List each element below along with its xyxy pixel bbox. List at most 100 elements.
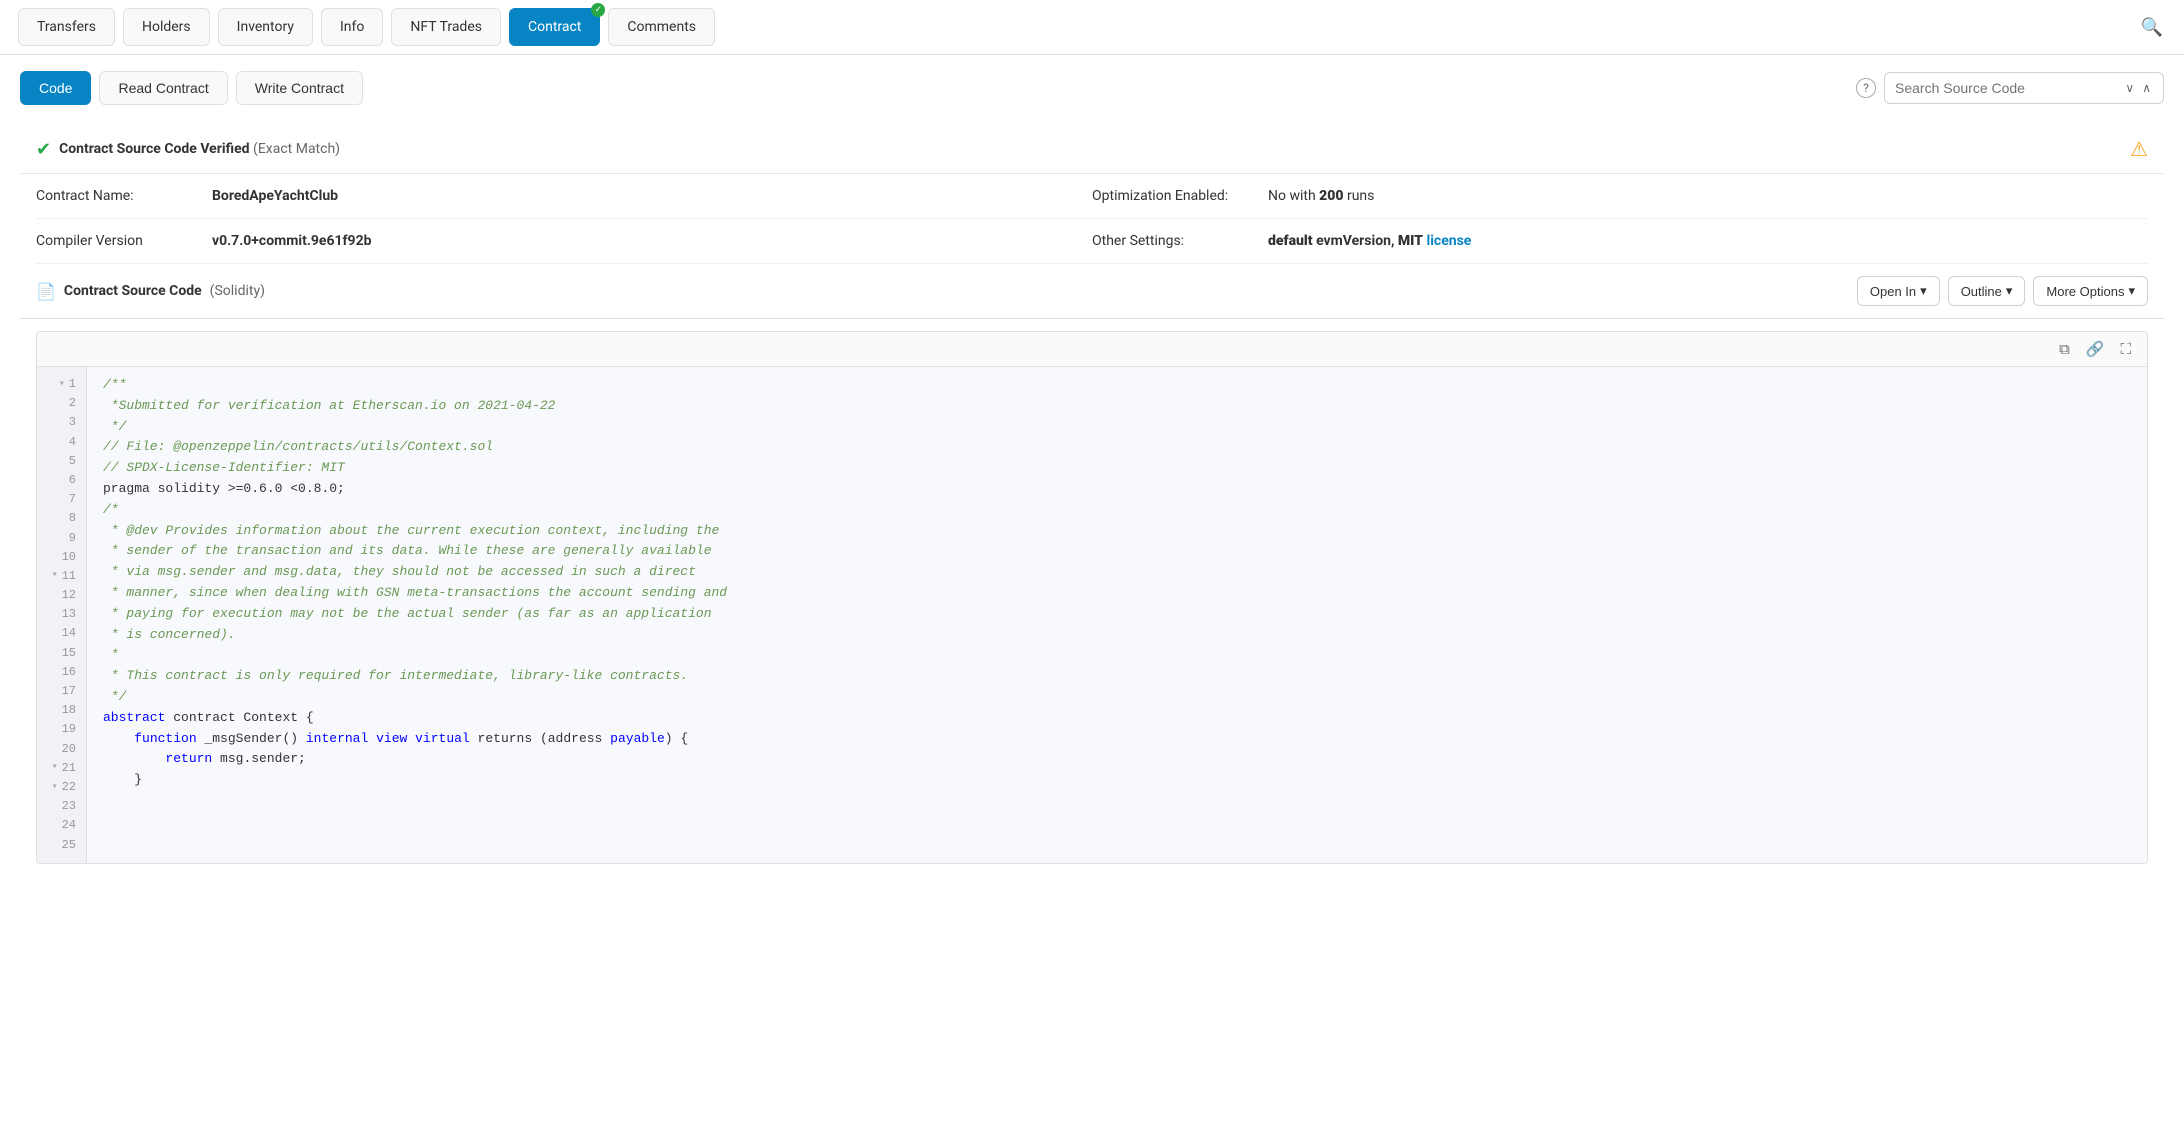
line-number: ▾21	[37, 759, 86, 778]
optimization-label: Optimization Enabled:	[1092, 188, 1252, 204]
code-toolbar: ⧉ 🔗 ⛶	[37, 332, 2147, 367]
sub-tab-write-contract[interactable]: Write Contract	[236, 71, 363, 105]
tab-verified-icon: ✓	[591, 3, 605, 17]
line-number: 16	[37, 663, 86, 682]
link-code-button[interactable]: 🔗	[2082, 338, 2109, 360]
outline-label: Outline	[1961, 284, 2002, 299]
copy-code-button[interactable]: ⧉	[2055, 338, 2074, 360]
open-in-button[interactable]: Open In ▾	[1857, 276, 1940, 306]
code-line: pragma solidity >=0.6.0 <0.8.0;	[103, 479, 2131, 500]
nav-tab-transfers[interactable]: Transfers	[18, 8, 115, 46]
settings-default: default	[1268, 233, 1313, 249]
nav-tab-nft-trades[interactable]: NFT Trades	[391, 8, 501, 46]
source-code-header: 📄 Contract Source Code (Solidity) Open I…	[20, 264, 2164, 319]
open-in-label: Open In	[1870, 284, 1916, 299]
line-number: 3	[37, 413, 86, 432]
search-prev-arrow[interactable]: ∨	[2123, 79, 2136, 97]
line-number: 12	[37, 586, 86, 605]
search-source-input[interactable]	[1895, 80, 2117, 96]
line-number: 14	[37, 624, 86, 643]
code-line: */	[103, 687, 2131, 708]
line-number: 5	[37, 452, 86, 471]
source-code-title-text: Contract Source Code	[64, 283, 202, 299]
code-line: // File: @openzeppelin/contracts/utils/C…	[103, 437, 2131, 458]
line-number: 2	[37, 394, 86, 413]
license-link[interactable]: license	[1423, 233, 1471, 249]
other-settings-label: Other Settings:	[1092, 233, 1252, 249]
line-number: ▾11	[37, 567, 86, 586]
verified-text: Contract Source Code Verified (Exact Mat…	[59, 141, 340, 157]
doc-icon: 📄	[36, 282, 56, 301]
verified-subtitle: (Exact Match)	[253, 141, 340, 157]
optimization-suffix: runs	[1343, 188, 1374, 204]
code-line: abstract contract Context {	[103, 708, 2131, 729]
search-help-icon[interactable]: ?	[1856, 78, 1876, 98]
code-line: * manner, since when dealing with GSN me…	[103, 583, 2131, 604]
other-settings-value: default evmVersion, MIT license	[1268, 233, 1471, 249]
top-navigation: TransfersHoldersInventoryInfoNFT TradesC…	[0, 0, 2184, 55]
sub-tab-code[interactable]: Code	[20, 71, 91, 105]
fold-indicator[interactable]: ▾	[59, 377, 65, 393]
info-right-optimization: Optimization Enabled: No with 200 runs	[1092, 188, 2148, 204]
code-line: * sender of the transaction and its data…	[103, 541, 2131, 562]
code-line: /*	[103, 500, 2131, 521]
source-code-title: 📄 Contract Source Code (Solidity)	[36, 282, 1849, 301]
warning-icon: ⚠	[2130, 137, 2148, 161]
outline-button[interactable]: Outline ▾	[1948, 276, 2026, 306]
info-row-name: Contract Name: BoredApeYachtClub Optimiz…	[36, 174, 2148, 219]
line-numbers: ▾12345678910▾11121314151617181920▾21▾222…	[37, 367, 87, 863]
search-source-input-wrap: ∨ ∧	[1884, 72, 2164, 104]
verified-banner: ✔ Contract Source Code Verified (Exact M…	[20, 125, 2164, 174]
search-arrows: ∨ ∧	[2123, 79, 2153, 97]
code-line: * is concerned).	[103, 625, 2131, 646]
code-line: // SPDX-License-Identifier: MIT	[103, 458, 2131, 479]
info-left-compiler: Compiler Version v0.7.0+commit.9e61f92b	[36, 233, 1092, 249]
code-editor: ⧉ 🔗 ⛶ ▾12345678910▾11121314151617181920▾…	[36, 331, 2148, 864]
nav-tab-info[interactable]: Info	[321, 8, 383, 46]
verified-title: Contract Source Code Verified	[59, 141, 249, 157]
line-number: 15	[37, 644, 86, 663]
fold-indicator[interactable]: ▾	[52, 760, 58, 776]
settings-mit: MIT	[1398, 233, 1423, 249]
outline-chevron: ▾	[2006, 283, 2013, 299]
search-source-wrapper: ? ∨ ∧	[1856, 72, 2164, 104]
info-left-name: Contract Name: BoredApeYachtClub	[36, 188, 1092, 204]
search-next-arrow[interactable]: ∧	[2140, 79, 2153, 97]
compiler-value: v0.7.0+commit.9e61f92b	[212, 233, 372, 249]
code-line: return msg.sender;	[103, 749, 2131, 770]
nav-tab-inventory[interactable]: Inventory	[218, 8, 313, 46]
contract-name-value: BoredApeYachtClub	[212, 188, 338, 204]
code-line: * via msg.sender and msg.data, they shou…	[103, 562, 2131, 583]
settings-evm: evmVersion,	[1313, 233, 1398, 249]
source-code-subtitle: (Solidity)	[210, 283, 265, 299]
more-options-chevron: ▾	[2128, 283, 2135, 299]
verified-check-icon: ✔	[36, 139, 51, 160]
code-line: *Submitted for verification at Etherscan…	[103, 396, 2131, 417]
more-options-button[interactable]: More Options ▾	[2033, 276, 2148, 306]
line-number: 8	[37, 509, 86, 528]
code-line: *	[103, 645, 2131, 666]
line-number: ▾1	[37, 375, 86, 394]
sub-tab-read-contract[interactable]: Read Contract	[99, 71, 227, 105]
main-content: CodeRead Contract Write Contract ? ∨ ∧ ✔ …	[0, 55, 2184, 892]
nav-tab-holders[interactable]: Holders	[123, 8, 210, 46]
line-number: ▾22	[37, 778, 86, 797]
source-code-actions: Open In ▾ Outline ▾ More Options ▾	[1857, 276, 2148, 306]
line-number: 7	[37, 490, 86, 509]
optimization-value: No with 200 runs	[1268, 188, 1374, 204]
code-line: * This contract is only required for int…	[103, 666, 2131, 687]
line-number: 20	[37, 740, 86, 759]
contract-info: Contract Name: BoredApeYachtClub Optimiz…	[20, 174, 2164, 264]
fullscreen-code-button[interactable]: ⛶	[2116, 338, 2135, 360]
nav-tab-contract[interactable]: Contract✓	[509, 8, 600, 46]
more-options-label: More Options	[2046, 284, 2124, 299]
fold-indicator[interactable]: ▾	[52, 780, 58, 796]
fold-indicator[interactable]: ▾	[52, 568, 58, 584]
compiler-label: Compiler Version	[36, 233, 196, 249]
line-number: 19	[37, 720, 86, 739]
nav-tab-comments[interactable]: Comments	[608, 8, 715, 46]
global-search-icon[interactable]: 🔍	[2136, 11, 2168, 43]
line-number: 18	[37, 701, 86, 720]
info-right-settings: Other Settings: default evmVersion, MIT …	[1092, 233, 2148, 249]
code-line: */	[103, 417, 2131, 438]
